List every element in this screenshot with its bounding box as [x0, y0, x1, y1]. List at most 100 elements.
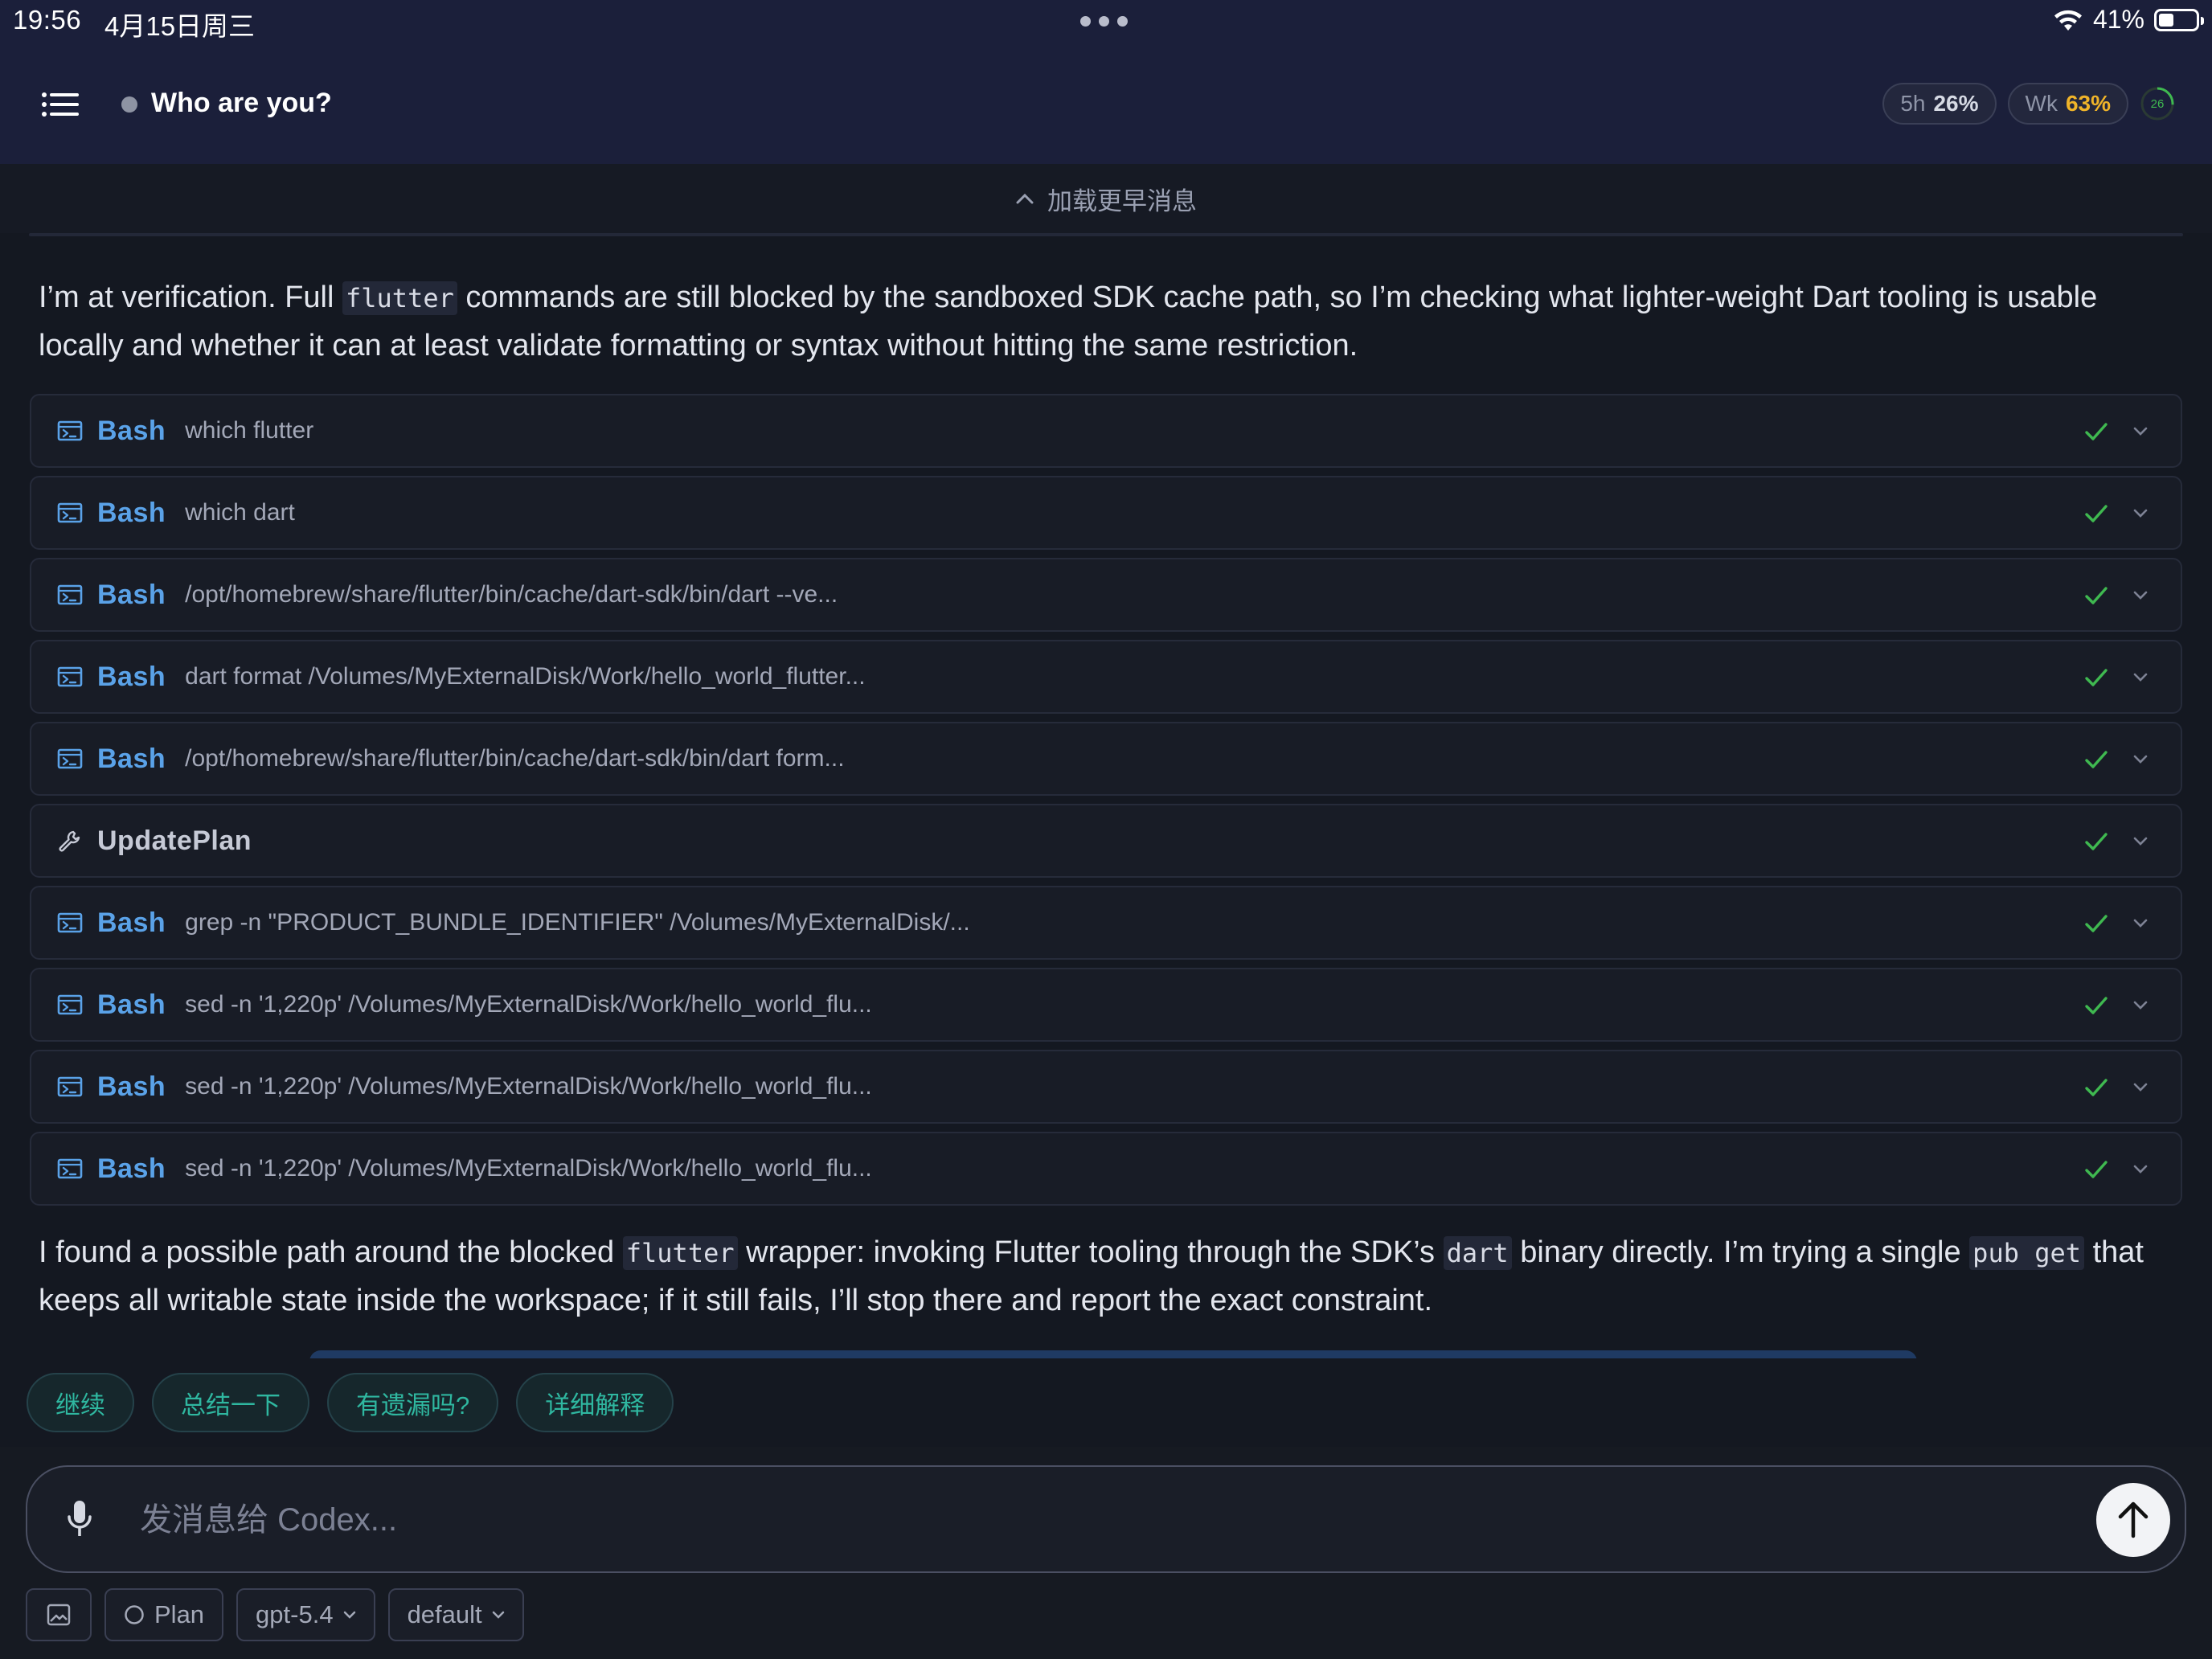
quick-reply-chip[interactable]: 总结一下	[152, 1373, 309, 1432]
check-icon	[2085, 997, 2108, 1014]
usage-label: Wk	[2025, 91, 2058, 116]
header: 19:56 4月15日周三 41% Who are you? 5h 26% Wk…	[0, 0, 2212, 164]
load-earlier-label: 加载更早消息	[1047, 186, 1197, 215]
battery-percent: 41%	[2092, 5, 2144, 34]
tool-command: which flutter	[185, 417, 314, 444]
menu-list-icon[interactable]	[42, 92, 79, 117]
load-earlier-button[interactable]: 加载更早消息	[0, 164, 2212, 233]
check-icon	[2085, 1079, 2108, 1096]
usage-pill-5h[interactable]: 5h 26%	[1882, 83, 1997, 125]
mode-select[interactable]: default	[387, 1588, 524, 1641]
chevron-down-icon[interactable]	[2132, 1082, 2149, 1093]
tool-call-row[interactable]: Bash/opt/homebrew/share/flutter/bin/cach…	[30, 558, 2182, 632]
tool-command: dart format /Volumes/MyExternalDisk/Work…	[185, 663, 866, 690]
tool-call-list: Bash which flutter Bash which dart Bash/opt/…	[30, 394, 2182, 1214]
conversation-title[interactable]: Who are you?	[151, 88, 332, 119]
quick-reply-chip[interactable]: 有遗漏吗?	[327, 1373, 499, 1432]
plan-toggle[interactable]: Plan	[104, 1588, 224, 1641]
quick-replies: 继续 总结一下 有遗漏吗? 详细解释	[27, 1373, 674, 1432]
battery-icon	[2154, 8, 2204, 31]
chevron-down-icon[interactable]	[2132, 672, 2149, 683]
tool-call-row[interactable]: Bash dart format /Volumes/MyExternalDisk/…	[30, 640, 2182, 714]
terminal-icon	[57, 912, 83, 933]
tool-name: Bash	[97, 1153, 166, 1184]
composer	[26, 1465, 2186, 1573]
check-icon	[2085, 833, 2108, 850]
quick-reply-chip[interactable]: 继续	[27, 1373, 134, 1432]
image-icon	[47, 1604, 71, 1626]
model-label: gpt-5.4	[256, 1600, 334, 1628]
tool-call-row[interactable]: Bash which dart	[30, 476, 2182, 550]
tool-name: Bash	[97, 415, 166, 446]
message-text: binary directly. I’m trying a single	[1511, 1235, 1970, 1269]
assistant-message: I found a possible path around the block…	[39, 1229, 2177, 1325]
chevron-down-icon[interactable]	[2132, 754, 2149, 765]
status-date: 4月15日周三	[104, 11, 256, 41]
tool-call-row[interactable]: Bash sed -n '1,220p' /Volumes/MyExternalD…	[30, 968, 2182, 1042]
tool-name: Bash	[97, 579, 166, 610]
check-icon	[2085, 1161, 2108, 1178]
attach-image-button[interactable]	[26, 1588, 92, 1641]
tool-call-row[interactable]: Bash which flutter	[30, 394, 2182, 468]
tool-command: sed -n '1,220p' /Volumes/MyExternalDisk/…	[185, 991, 872, 1018]
chevron-down-icon[interactable]	[2132, 590, 2149, 601]
inline-code: dart	[1443, 1236, 1512, 1270]
check-icon	[2085, 669, 2108, 686]
message-input[interactable]	[140, 1491, 2053, 1549]
arrow-up-icon	[2118, 1501, 2149, 1538]
terminal-icon	[57, 994, 83, 1015]
message-text: I found a possible path around the block…	[39, 1235, 623, 1269]
tool-call-row[interactable]: Bash sed -n '1,220p' /Volumes/MyExternalD…	[30, 1050, 2182, 1124]
send-button[interactable]	[2096, 1483, 2170, 1557]
tool-command: grep -n "PRODUCT_BUNDLE_IDENTIFIER" /Vol…	[185, 909, 970, 936]
terminal-icon	[57, 420, 83, 441]
chevron-down-icon[interactable]	[2132, 508, 2149, 519]
tool-call-row[interactable]: UpdatePlan	[30, 804, 2182, 878]
chevron-down-icon	[492, 1611, 504, 1619]
message-text: I’m at verification. Full	[39, 281, 342, 314]
tool-call-row[interactable]: Bash grep -n "PRODUCT_BUNDLE_IDENTIFIER" …	[30, 886, 2182, 960]
tool-command: /opt/homebrew/share/flutter/bin/cache/da…	[185, 581, 838, 608]
multitasking-dots-icon[interactable]	[1080, 16, 1128, 27]
tool-command: which dart	[185, 499, 295, 526]
inline-code: flutter	[342, 281, 457, 315]
usage-value: 26%	[1933, 91, 1979, 116]
usage-value: 63%	[2065, 91, 2111, 116]
message-text: wrapper: invoking Flutter tooling throug…	[737, 1235, 1444, 1269]
terminal-icon	[57, 1158, 83, 1179]
chevron-down-icon[interactable]	[2132, 1000, 2149, 1011]
chevron-down-icon[interactable]	[2132, 1164, 2149, 1175]
terminal-icon	[57, 748, 83, 769]
tool-name: Bash	[97, 907, 166, 938]
app-root: 19:56 4月15日周三 41% Who are you? 5h 26% Wk…	[0, 0, 2212, 1659]
divider	[29, 233, 2183, 236]
model-select[interactable]: gpt-5.4	[236, 1588, 375, 1641]
check-icon	[2085, 915, 2108, 932]
inline-code: flutter	[622, 1236, 738, 1270]
quick-reply-chip[interactable]: 详细解释	[516, 1373, 674, 1432]
tool-name: Bash	[97, 743, 166, 774]
tool-call-row[interactable]: Bash/opt/homebrew/share/flutter/bin/cach…	[30, 722, 2182, 796]
wrench-icon	[59, 830, 80, 852]
chevron-down-icon[interactable]	[2132, 918, 2149, 929]
terminal-icon	[57, 584, 83, 605]
tool-name: UpdatePlan	[97, 825, 252, 856]
terminal-icon	[57, 666, 83, 687]
tool-name: Bash	[97, 497, 166, 528]
usage-indicators: 5h 26% Wk 63% 26	[1882, 83, 2175, 125]
usage-pill-week[interactable]: Wk 63%	[2007, 83, 2128, 125]
tool-call-row[interactable]: Bash sed -n '1,220p' /Volumes/MyExternalD…	[30, 1132, 2182, 1206]
tool-command: sed -n '1,220p' /Volumes/MyExternalDisk/…	[185, 1155, 872, 1182]
chevron-down-icon	[343, 1611, 355, 1619]
composer-toolbar: Plan gpt-5.4 default	[26, 1588, 524, 1641]
context-ring-icon[interactable]: 26	[2140, 86, 2175, 121]
status-right: 41%	[2053, 5, 2204, 35]
chevron-down-icon[interactable]	[2132, 836, 2149, 847]
chevron-up-icon	[1016, 193, 1034, 204]
circle-icon	[125, 1605, 144, 1624]
assistant-message: I’m at verification. Full flutter comman…	[39, 274, 2177, 370]
microphone-icon[interactable]	[66, 1499, 93, 1539]
terminal-icon	[57, 502, 83, 523]
plan-label: Plan	[154, 1600, 205, 1628]
chevron-down-icon[interactable]	[2132, 426, 2149, 437]
